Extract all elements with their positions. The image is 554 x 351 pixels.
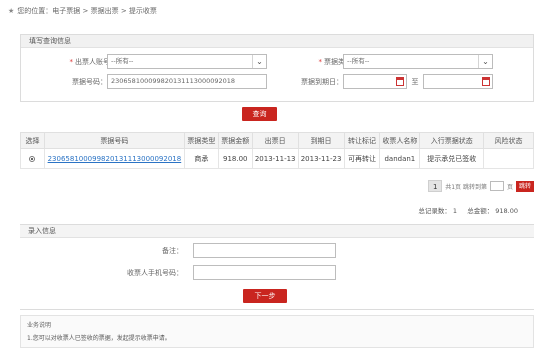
total-count: 1: [452, 207, 457, 215]
pager-info: 共1页 跳转到第: [445, 183, 487, 191]
notes-text: 1.您可以对收票人已签收的票据，发起提示收票申请。: [27, 335, 171, 342]
due-date-cell: 2013-11-23: [297, 148, 345, 169]
col-transfer-header: 转让标记: [343, 132, 381, 149]
breadcrumb-text: 您的位置：电子票据 > 票据出票 > 提示收票: [17, 7, 157, 15]
remark-input[interactable]: [193, 243, 336, 258]
chevron-down-icon: ⌄: [478, 55, 492, 68]
total-amount: 918.00: [495, 207, 518, 215]
phone-input[interactable]: [193, 265, 336, 280]
due-date-separator: 至: [411, 78, 419, 86]
bill-no-link[interactable]: 230658100099820131113000092018: [48, 155, 182, 163]
remark-label: 备注：: [162, 247, 183, 255]
issue-date-cell: 2013-11-13: [251, 148, 299, 169]
chevron-down-icon: ⌄: [252, 55, 266, 68]
bill-no-label: 票据号码：: [72, 78, 107, 86]
table-header-row: 选择 票据号码 票据类型 票据金额 出票日 到期日 转让标记 收票人名称 入行票…: [20, 132, 534, 149]
total-count-label: 总记录数：: [418, 207, 451, 215]
page-go-button[interactable]: 跳转: [515, 180, 534, 192]
type-cell: 商承: [183, 148, 219, 169]
bill-type-select[interactable]: --所有-- ⌄: [343, 54, 493, 69]
business-notes: 业务说明 1.您可以对收票人已签收的票据，发起提示收票申请。: [20, 315, 534, 348]
col-select-header: 选择: [20, 132, 45, 149]
total-amount-label: 总金额：: [467, 207, 494, 215]
account-select[interactable]: --所有-- ⌄: [107, 54, 267, 69]
next-step-button[interactable]: 下一步: [243, 289, 287, 303]
payee-cell: dandan1: [379, 148, 421, 169]
col-bill-no-header: 票据号码: [43, 132, 185, 149]
col-due-date-header: 到期日: [297, 132, 345, 149]
col-issue-date-header: 出票日: [251, 132, 299, 149]
due-date-label: 票据到期日：: [301, 78, 343, 86]
amount-cell: 918.00: [217, 148, 253, 169]
col-payee-header: 收票人名称: [379, 132, 421, 149]
due-date-start-input[interactable]: [343, 74, 407, 89]
query-button[interactable]: 查询: [242, 107, 277, 121]
page-number-current[interactable]: 1: [428, 180, 443, 192]
calendar-icon[interactable]: [396, 77, 404, 86]
results-table: 选择 票据号码 票据类型 票据金额 出票日 到期日 转让标记 收票人名称 入行票…: [20, 132, 534, 169]
breadcrumb: ★ 您的位置：电子票据 > 票据出票 > 提示收票: [8, 6, 157, 16]
pager: 1 共1页 跳转到第 页 跳转: [428, 180, 534, 192]
calendar-icon[interactable]: [482, 77, 490, 86]
col-amount-header: 票据金额: [217, 132, 253, 149]
status-cell: 提示承兑已签收: [419, 148, 485, 169]
totals: 总记录数： 1 总金额： 918.00: [416, 205, 518, 215]
transfer-cell: 可再转让: [343, 148, 381, 169]
risk-cell: [483, 148, 534, 169]
query-panel-title: 填写查询信息: [21, 35, 533, 48]
query-panel: 填写查询信息 * 出票人账号： --所有-- ⌄ * 票据类型： --所有-- ⌄ 票据…: [20, 34, 534, 102]
entry-panel-title: 录入信息: [20, 225, 534, 238]
row-radio[interactable]: [29, 155, 36, 162]
col-type-header: 票据类型: [183, 132, 219, 149]
row-select-cell: [20, 148, 45, 169]
bill-no-input[interactable]: 230658100099820131113000092018: [107, 74, 267, 89]
pager-page-unit: 页: [506, 183, 513, 191]
page-jump-input[interactable]: [489, 181, 504, 191]
account-label: * 出票人账号：: [69, 58, 118, 66]
table-row[interactable]: 230658100099820131113000092018 商承 918.00…: [20, 148, 534, 169]
bill-no-cell: 230658100099820131113000092018: [43, 148, 185, 169]
phone-label: 收票人手机号码：: [127, 269, 183, 277]
notes-title: 业务说明: [27, 322, 52, 329]
col-risk-header: 风险状态: [483, 132, 534, 149]
due-date-end-input[interactable]: [423, 74, 493, 89]
col-status-header: 入行票据状态: [419, 132, 485, 149]
home-icon: ★: [8, 7, 15, 15]
